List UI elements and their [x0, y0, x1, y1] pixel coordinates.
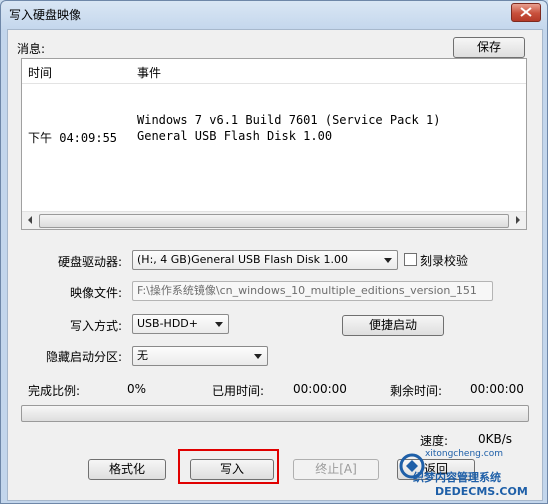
row-event: General USB Flash Disk 1.00 [137, 129, 333, 143]
verify-label: 刻录校验 [420, 254, 469, 268]
drive-label: 硬盘驱动器: [58, 255, 123, 269]
horizontal-scrollbar[interactable] [22, 211, 526, 229]
window-title: 写入硬盘映像 [9, 8, 82, 22]
messages-label: 消息: [17, 42, 46, 56]
message-list[interactable]: 时间 事件 下午 04:09:55 Windows 7 v6.1 Build 7… [21, 58, 527, 230]
title-bar[interactable]: 写入硬盘映像 [1, 1, 547, 25]
progress-bar [21, 405, 529, 422]
image-file-field[interactable]: F:\操作系统镜像\cn_windows_10_multiple_edition… [132, 281, 493, 301]
format-button[interactable]: 格式化 [88, 459, 166, 480]
watermark-site: xitongcheng.com [425, 449, 503, 459]
image-file-value: F:\操作系统镜像\cn_windows_10_multiple_edition… [137, 284, 477, 297]
chevron-down-icon [215, 322, 223, 327]
elapsed-value: 00:00:00 [293, 382, 347, 396]
completed-value: 0% [127, 382, 147, 396]
save-button[interactable]: 保存 [453, 37, 525, 58]
row-event: Windows 7 v6.1 Build 7601 (Service Pack … [137, 113, 441, 127]
column-header-event[interactable]: 事件 [137, 64, 161, 81]
chevron-down-icon [254, 354, 262, 359]
stop-button[interactable]: 终止[A] [293, 459, 379, 480]
write-mode-value: USB-HDD+ [137, 317, 198, 330]
speed-value: 0KB/s [478, 432, 513, 446]
dialog-window: 写入硬盘映像 消息: 保存 时间 事件 下午 04:09:55 Windows … [0, 0, 548, 504]
scroll-left-icon[interactable] [27, 216, 33, 224]
image-file-label: 映像文件: [70, 286, 123, 300]
hidden-partition-select[interactable]: 无 [132, 346, 268, 366]
remaining-label: 剩余时间: [390, 384, 443, 398]
watermark: xitongcheng.com 织梦内容管理系统 DEDECMS.COM [399, 449, 547, 503]
row-time: 下午 04:09:55 [28, 131, 118, 145]
write-mode-label: 写入方式: [70, 319, 123, 333]
verify-checkbox[interactable] [404, 253, 417, 266]
remaining-value: 00:00:00 [470, 382, 524, 396]
hidden-partition-label: 隐藏启动分区: [46, 350, 123, 364]
scrollbar-thumb[interactable] [39, 214, 509, 228]
drive-select[interactable]: (H:, 4 GB)General USB Flash Disk 1.00 [132, 250, 398, 270]
write-mode-select[interactable]: USB-HDD+ [132, 314, 229, 334]
close-icon [520, 7, 532, 17]
completed-label: 完成比例: [28, 384, 81, 398]
dialog-body: 消息: 保存 时间 事件 下午 04:09:55 Windows 7 v6.1 … [7, 29, 543, 501]
speed-label: 速度: [420, 434, 449, 448]
column-header-time[interactable]: 时间 [28, 64, 52, 81]
hidden-partition-value: 无 [137, 349, 148, 362]
write-button-highlight [178, 449, 279, 484]
elapsed-label: 已用时间: [212, 384, 265, 398]
list-header: 时间 事件 [22, 59, 526, 84]
drive-select-value: (H:, 4 GB)General USB Flash Disk 1.00 [137, 253, 348, 266]
close-button[interactable] [511, 3, 541, 22]
watermark-cms-name: 织梦内容管理系统 [413, 471, 501, 484]
quick-boot-button[interactable]: 便捷启动 [342, 315, 444, 336]
watermark-cms-domain: DEDECMS.COM [435, 485, 528, 498]
scroll-right-icon[interactable] [515, 216, 521, 224]
chevron-down-icon [384, 258, 392, 263]
